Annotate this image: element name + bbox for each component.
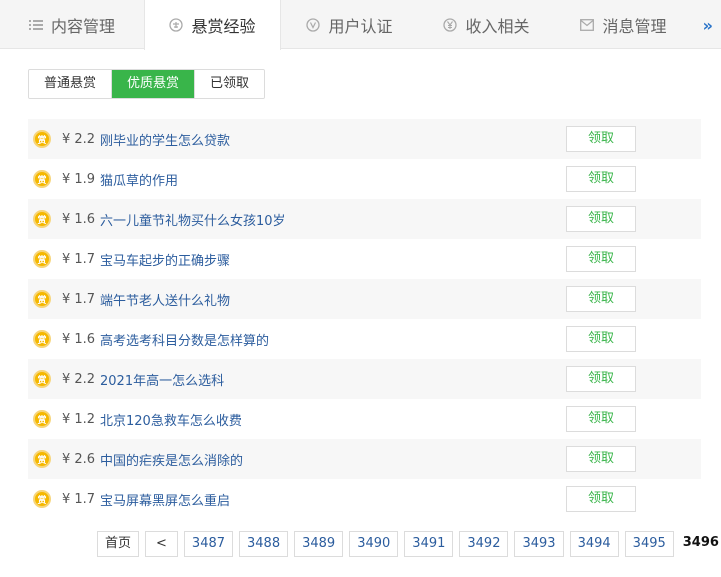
question-link[interactable]: 高考选考科目分数是怎样算的 (100, 330, 269, 349)
tab-label: 悬赏经验 (191, 17, 256, 36)
list-item: 赏 ¥ 1.7 宝马屏幕黑屏怎么重启 领取 (28, 479, 701, 519)
reward-coin-icon: 赏 (33, 330, 51, 348)
tab-label: 收入相关 (465, 16, 530, 36)
list-icon (28, 18, 43, 32)
claim-button[interactable]: 领取 (566, 446, 636, 472)
claim-button[interactable]: 领取 (566, 486, 636, 512)
reward-amount: ¥ 2.6 (62, 451, 96, 467)
reward-amount: ¥ 1.6 (62, 211, 96, 227)
question-link[interactable]: 2021年高一怎么选科 (100, 370, 224, 389)
reward-coin-icon: 赏 (33, 450, 51, 468)
reward-list: 赏 ¥ 2.2 刚毕业的学生怎么贷款 领取 赏 ¥ 1.9 猫瓜草的作用 领取 … (28, 119, 701, 519)
page-link[interactable]: 3493 (514, 530, 564, 557)
page-link[interactable]: 3487 (183, 530, 234, 557)
claim-button[interactable]: 领取 (566, 326, 636, 352)
list-item: 赏 ¥ 1.2 北京120急救车怎么收费 领取 (28, 399, 701, 439)
tab-messages[interactable]: 消息管理 (555, 0, 692, 49)
claim-button[interactable]: 领取 (566, 286, 636, 312)
list-item: 赏 ¥ 1.7 宝马车起步的正确步骤 领取 (28, 239, 701, 279)
reward-icon (169, 18, 184, 32)
tab-label: 内容管理 (50, 16, 115, 36)
yen-icon (443, 17, 458, 32)
reward-coin-icon: 赏 (33, 410, 51, 428)
list-item: 赏 ¥ 1.7 端午节老人送什么礼物 领取 (28, 279, 701, 319)
subtab-normal-reward[interactable]: 普通悬赏 (29, 70, 113, 98)
list-item: 赏 ¥ 2.6 中国的疟疾是怎么消除的 领取 (28, 439, 701, 479)
current-page: 3496 (679, 530, 721, 557)
reward-coin-icon: 赏 (33, 490, 51, 508)
page-link[interactable]: 3491 (404, 530, 454, 557)
claim-button[interactable]: 领取 (566, 206, 636, 232)
more-tabs-button[interactable]: » (703, 16, 713, 35)
claim-button[interactable]: 领取 (566, 246, 636, 272)
reward-amount: ¥ 1.2 (62, 411, 96, 427)
page-link[interactable]: 3489 (294, 530, 344, 557)
tab-label: 消息管理 (602, 16, 667, 36)
top-tab-bar: 内容管理 悬赏经验 用户认证 收入相关 消息管理 » (0, 0, 721, 50)
reward-amount: ¥ 2.2 (62, 131, 96, 147)
prev-page-button[interactable]: < (145, 530, 178, 557)
list-item: 赏 ¥ 2.2 2021年高一怎么选科 领取 (28, 359, 701, 399)
reward-coin-icon: 赏 (33, 370, 51, 388)
question-link[interactable]: 宝马屏幕黑屏怎么重启 (100, 490, 230, 509)
pagination: 首页 < 3487 3488 3489 3490 3491 3492 3493 … (97, 530, 721, 557)
mail-icon (580, 18, 595, 32)
reward-amount: ¥ 1.7 (62, 251, 96, 267)
claim-button[interactable]: 领取 (566, 406, 636, 432)
subtab-claimed[interactable]: 已领取 (195, 70, 265, 98)
reward-amount: ¥ 1.6 (62, 331, 96, 347)
list-item: 赏 ¥ 1.6 六一儿童节礼物买什么女孩10岁 领取 (28, 199, 701, 239)
question-link[interactable]: 猫瓜草的作用 (100, 170, 178, 189)
tab-reward-experience[interactable]: 悬赏经验 (144, 0, 281, 50)
first-page-button[interactable]: 首页 (97, 530, 140, 557)
question-link[interactable]: 端午节老人送什么礼物 (100, 290, 230, 309)
question-link[interactable]: 刚毕业的学生怎么贷款 (100, 130, 230, 149)
claim-button[interactable]: 领取 (566, 166, 636, 192)
verify-icon (306, 17, 321, 32)
page-link[interactable]: 3490 (349, 530, 399, 557)
claim-button[interactable]: 领取 (566, 366, 636, 392)
page-link[interactable]: 3495 (624, 530, 674, 557)
tab-user-verify[interactable]: 用户认证 (281, 0, 418, 49)
reward-coin-icon: 赏 (33, 290, 51, 308)
reward-coin-icon: 赏 (33, 210, 51, 228)
reward-filter-tabs: 普通悬赏 优质悬赏 已领取 (28, 69, 266, 99)
list-item: 赏 ¥ 1.6 高考选考科目分数是怎样算的 领取 (28, 319, 701, 359)
reward-amount: ¥ 1.7 (62, 291, 96, 307)
question-link[interactable]: 中国的疟疾是怎么消除的 (100, 450, 243, 469)
tab-content-manage[interactable]: 内容管理 (0, 0, 144, 49)
claim-button[interactable]: 领取 (566, 126, 636, 152)
question-link[interactable]: 宝马车起步的正确步骤 (100, 250, 230, 269)
reward-coin-icon: 赏 (33, 250, 51, 268)
subtab-quality-reward[interactable]: 优质悬赏 (112, 70, 196, 98)
reward-amount: ¥ 1.9 (62, 171, 96, 187)
page-link[interactable]: 3492 (459, 530, 509, 557)
tab-label: 用户认证 (328, 16, 393, 36)
page-link[interactable]: 3488 (239, 530, 289, 557)
tab-income[interactable]: 收入相关 (418, 0, 555, 49)
reward-coin-icon: 赏 (33, 170, 51, 188)
list-item: 赏 ¥ 2.2 刚毕业的学生怎么贷款 领取 (28, 119, 701, 159)
question-link[interactable]: 北京120急救车怎么收费 (100, 410, 242, 429)
page-link[interactable]: 3494 (569, 530, 619, 557)
reward-amount: ¥ 1.7 (62, 491, 96, 507)
reward-coin-icon: 赏 (33, 130, 51, 148)
list-item: 赏 ¥ 1.9 猫瓜草的作用 领取 (28, 159, 701, 199)
question-link[interactable]: 六一儿童节礼物买什么女孩10岁 (100, 210, 286, 229)
reward-amount: ¥ 2.2 (62, 371, 96, 387)
